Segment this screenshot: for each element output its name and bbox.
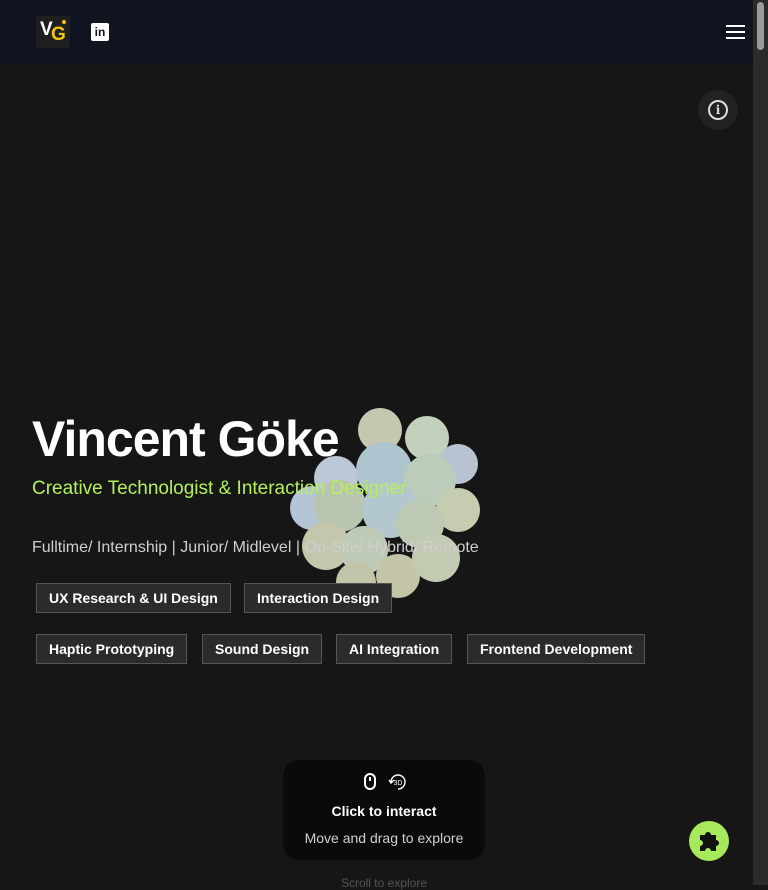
puzzle-button[interactable] (689, 821, 729, 861)
logo-letter-g: G (51, 24, 66, 45)
hint-title: Click to interact (331, 803, 437, 819)
hint-subtitle: Move and drag to explore (304, 830, 464, 846)
hamburger-menu-icon[interactable] (725, 23, 747, 41)
scrollbar-thumb[interactable] (757, 2, 764, 50)
hero-name: Vincent Göke (32, 411, 340, 467)
rotate-3d-label: 3D (394, 780, 403, 787)
vertical-scrollbar[interactable] (753, 0, 768, 885)
skill-tag: Frontend Development (467, 634, 646, 664)
scroll-cue: Scroll to explore (340, 876, 428, 890)
puzzle-icon (700, 832, 719, 851)
skill-tag: AI Integration (336, 634, 453, 664)
logo-dot (62, 20, 66, 24)
logo-letter-v: V (40, 19, 53, 40)
linkedin-icon[interactable]: in (91, 23, 109, 41)
hero-subtitle: Creative Technologist & Interaction Desi… (32, 478, 407, 499)
vg-logo[interactable]: V G (36, 16, 70, 48)
info-button[interactable]: i (698, 90, 738, 130)
interaction-hint-card[interactable]: 3D Click to interact Move and drag to ex… (283, 760, 485, 860)
skill-tag: Haptic Prototyping (36, 634, 188, 664)
top-navigation-bar: V G in (0, 0, 753, 64)
skill-tag: UX Research & UI Design (36, 583, 231, 613)
skill-tag: Sound Design (202, 634, 323, 664)
mouse-icon (364, 773, 376, 790)
info-icon: i (708, 100, 728, 120)
skill-tag: Interaction Design (244, 583, 393, 613)
rotate-3d-icon: 3D (388, 774, 406, 790)
availability-text: Fulltime/ Internship | Junior/ Midlevel … (32, 539, 479, 556)
